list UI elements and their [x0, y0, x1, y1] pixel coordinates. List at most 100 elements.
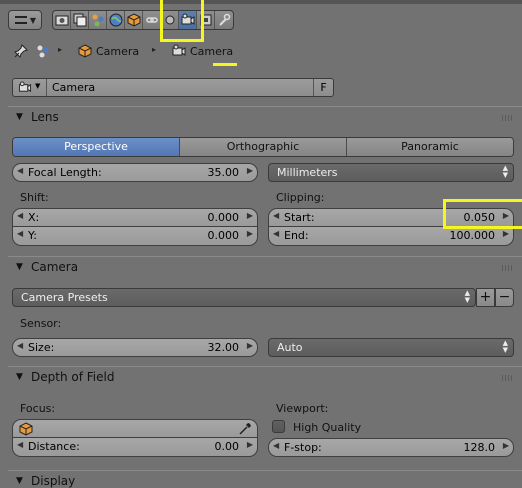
layers-icon	[73, 13, 87, 27]
shift-x-field[interactable]: ◀ X: 0.000 ▶	[12, 208, 258, 227]
collapse-triangle-icon: ▼	[16, 262, 23, 272]
focus-distance-field[interactable]: ◀ Distance: 0.00 ▶	[12, 438, 258, 457]
plus-icon: +	[479, 289, 492, 305]
sensor-size-label: Size:	[28, 341, 55, 354]
focal-length-label: Focal Length:	[28, 166, 102, 179]
decrement-arrow-icon[interactable]: ◀	[273, 211, 279, 220]
lens-panel-header[interactable]: ▼ Lens	[8, 106, 522, 128]
object-cube-icon	[127, 13, 141, 27]
decrement-arrow-icon[interactable]: ◀	[273, 441, 279, 450]
camera-datablock-selector[interactable]: ▼ Camera F	[12, 78, 334, 97]
tab-panoramic[interactable]: Panoramic	[347, 138, 513, 156]
sensor-fit-dropdown[interactable]: Auto ▲ ▼	[268, 338, 514, 357]
world-icon	[109, 13, 123, 27]
annotation-highlight-tab	[160, 0, 204, 42]
increment-arrow-icon[interactable]: ▶	[247, 341, 253, 350]
tab-perspective[interactable]: Perspective	[13, 138, 180, 156]
decrement-arrow-icon[interactable]: ◀	[17, 341, 23, 350]
lens-unit-value: Millimeters	[277, 166, 338, 179]
tab-orthographic[interactable]: Orthographic	[180, 138, 347, 156]
updown-arrows-icon: ▲ ▼	[502, 339, 508, 354]
camera-presets-dropdown[interactable]: Camera Presets ▲ ▼	[12, 288, 476, 307]
shift-y-value: 0.000	[207, 229, 240, 242]
remove-preset-button[interactable]: −	[495, 288, 514, 307]
collapse-triangle-icon: ▼	[16, 112, 23, 122]
annotation-underline	[213, 63, 237, 66]
decrement-arrow-icon[interactable]: ◀	[17, 440, 23, 449]
increment-arrow-icon[interactable]: ▶	[247, 211, 253, 220]
scene-icon	[92, 14, 104, 27]
header-edge	[0, 0, 522, 4]
sensor-size-field[interactable]: ◀ Size: 32.00 ▶	[12, 338, 258, 357]
drag-grip-icon[interactable]	[502, 115, 512, 121]
camera-data-icon	[172, 44, 186, 56]
decrement-arrow-icon[interactable]: ◀	[17, 166, 23, 175]
focus-object-field[interactable]	[12, 419, 258, 438]
clipping-label: Clipping:	[276, 191, 325, 204]
shift-y-field[interactable]: ◀ Y: 0.000 ▶	[12, 227, 258, 246]
increment-arrow-icon[interactable]: ▶	[503, 441, 509, 450]
focus-label: Focus:	[20, 402, 56, 415]
high-quality-checkbox[interactable]	[272, 420, 285, 433]
display-panel-header[interactable]: ▼ Display	[8, 470, 522, 488]
collapse-triangle-icon: ▼	[16, 372, 23, 382]
viewport-label: Viewport:	[276, 402, 329, 415]
camera-panel-header[interactable]: ▼ Camera	[8, 256, 522, 278]
clip-end-field[interactable]: ◀ End: 100.000 ▶	[268, 227, 514, 246]
increment-arrow-icon[interactable]: ▶	[503, 229, 509, 238]
increment-arrow-icon[interactable]: ▶	[247, 166, 253, 175]
camera-presets-label: Camera Presets	[21, 291, 108, 304]
sensor-size-value: 32.00	[207, 341, 240, 354]
drag-grip-icon[interactable]	[502, 375, 512, 381]
updown-arrows-icon: ▲ ▼	[502, 164, 508, 179]
distance-label: Distance:	[28, 440, 80, 453]
tab-constraints[interactable]	[143, 11, 162, 29]
object-cube-icon	[78, 44, 92, 58]
dof-panel-title: Depth of Field	[31, 370, 115, 384]
decrement-arrow-icon[interactable]: ◀	[17, 211, 23, 220]
increment-arrow-icon[interactable]: ▶	[247, 229, 253, 238]
eyedropper-icon[interactable]	[238, 422, 252, 436]
editor-type-menu-button[interactable]: ▼	[8, 10, 42, 30]
tab-texture[interactable]	[215, 11, 233, 29]
dof-panel-header[interactable]: ▼ Depth of Field	[8, 366, 522, 388]
tab-render[interactable]	[53, 11, 72, 29]
camera-panel-title: Camera	[31, 260, 79, 274]
chevron-down-icon: ▼	[35, 82, 41, 90]
camera-data-icon	[18, 81, 32, 93]
tab-scene[interactable]	[89, 11, 108, 29]
fstop-value: 128.0	[463, 441, 496, 454]
drag-grip-icon[interactable]	[502, 265, 512, 271]
chevron-right-icon: ▸	[152, 45, 157, 54]
clip-end-label: End:	[284, 229, 309, 242]
pin-icon[interactable]	[14, 44, 28, 58]
object-cube-icon	[19, 422, 33, 436]
browse-datablock-button[interactable]: ▼	[13, 79, 47, 96]
focal-length-field[interactable]: ◀ Focal Length: 35.00 ▶	[12, 163, 258, 182]
fake-user-button[interactable]: F	[313, 79, 333, 96]
collapse-triangle-icon: ▼	[16, 476, 23, 486]
breadcrumb-object-name: Camera	[96, 45, 140, 58]
tab-object[interactable]	[125, 11, 144, 29]
fstop-field[interactable]: ◀ F-stop: 128.0 ▶	[268, 438, 514, 457]
datablock-name-input[interactable]: Camera	[52, 81, 95, 94]
lens-unit-dropdown[interactable]: Millimeters ▲ ▼	[268, 163, 514, 182]
properties-context-tabs	[52, 10, 234, 30]
increment-arrow-icon[interactable]: ▶	[247, 440, 253, 449]
focal-length-value: 35.00	[207, 166, 240, 179]
updown-arrows-icon: ▲ ▼	[464, 289, 470, 304]
decrement-arrow-icon[interactable]: ◀	[273, 229, 279, 238]
tab-world[interactable]	[107, 11, 126, 29]
scene-icon	[37, 45, 49, 58]
shift-x-label: X:	[28, 211, 40, 224]
fstop-label: F-stop:	[284, 441, 322, 454]
constraint-icon	[145, 17, 158, 23]
shift-label: Shift:	[20, 191, 49, 204]
decrement-arrow-icon[interactable]: ◀	[17, 229, 23, 238]
sensor-label: Sensor:	[20, 317, 62, 330]
clip-end-value: 100.000	[449, 229, 496, 242]
lens-type-tabs: Perspective Orthographic Panoramic	[12, 137, 514, 157]
tab-render-layers[interactable]	[71, 11, 90, 29]
clip-start-label: Start:	[284, 211, 315, 224]
add-preset-button[interactable]: +	[476, 288, 495, 307]
